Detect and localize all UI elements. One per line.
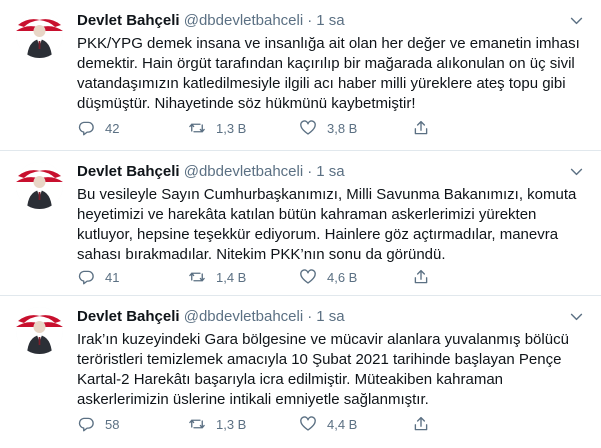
tweet-text: PKK/YPG demek insana ve insanlığa ait ol…: [77, 34, 582, 114]
retweet-button[interactable]: 1,3 B: [188, 414, 246, 434]
like-count: 3,8 B: [327, 120, 358, 136]
heart-icon: [300, 269, 316, 284]
separator-dot: ·: [307, 12, 313, 29]
tweet-text-line: Irak’ın kuzeyindeki Gara bölgesine ve mü…: [77, 331, 569, 348]
more-menu-button[interactable]: [565, 9, 587, 31]
like-count: 4,6 B: [327, 269, 358, 285]
author-handle[interactable]: @dbdevletbahceli: [184, 163, 303, 180]
tweet-text-line: askerlerimizin üslerine intikali emniyet…: [77, 391, 429, 408]
heart-icon: [300, 416, 316, 431]
tweet-actions: 42 1,3 B 3,8 B: [77, 118, 517, 138]
share-icon: [414, 416, 428, 431]
tweet-text: Bu vesileyle Sayın Cumhurbaşkanımızı, Mi…: [77, 185, 582, 265]
tweet-text-line: teröristleri temizlemek amacıyla 10 Şuba…: [77, 351, 562, 368]
like-button[interactable]: 4,6 B: [299, 267, 357, 287]
retweet-count: 1,4 B: [216, 269, 247, 285]
retweet-count: 1,3 B: [216, 416, 247, 432]
tweet-actions: 58 1,3 B 4,4 B: [77, 414, 517, 434]
share-button[interactable]: [412, 118, 440, 138]
tweet-actions: 41 1,4 B 4,6 B: [77, 267, 517, 287]
tweet-text-line: düşmüştür. Nihayetinde söz hükmünü kaybe…: [77, 95, 416, 112]
chevron-down-icon: [570, 17, 582, 24]
tweet-text: Irak’ın kuzeyindeki Gara bölgesine ve mü…: [77, 330, 582, 410]
author-name[interactable]: Devlet Bahçeli: [77, 163, 180, 180]
reply-count: 58: [105, 416, 120, 432]
reply-icon: [78, 121, 94, 136]
reply-button[interactable]: 41: [77, 267, 119, 287]
tweet-time[interactable]: 1 sa: [316, 308, 344, 325]
share-button[interactable]: [412, 414, 440, 434]
tweet-text-line: vatandaşımızın katledilmesiyle ilgili ac…: [77, 75, 566, 92]
reply-button[interactable]: 58: [77, 414, 119, 434]
tweet-text-line: sahası bırakmadılar. Nitekim PKK’nın son…: [77, 246, 446, 263]
retweet-count: 1,3 B: [216, 120, 247, 136]
tweet-time[interactable]: 1 sa: [316, 163, 344, 180]
share-icon: [414, 269, 428, 284]
reply-icon: [78, 417, 94, 432]
reply-count: 42: [105, 120, 120, 136]
like-button[interactable]: 4,4 B: [299, 414, 357, 434]
tweet-time[interactable]: 1 sa: [316, 12, 344, 29]
tweet-header: Devlet Bahçeli @dbdevletbahceli · 1 sa: [77, 307, 561, 327]
reply-count: 41: [105, 269, 120, 285]
retweet-icon: [189, 123, 205, 133]
retweet-icon: [189, 419, 205, 429]
tweet[interactable]: Devlet Bahçeli @dbdevletbahceli · 1 sa Ira…: [0, 296, 601, 448]
reply-button[interactable]: 42: [77, 118, 119, 138]
tweet-text-line: kutluyor, hepsine teşekkür ediyorum. Hai…: [77, 226, 559, 243]
separator-dot: ·: [307, 163, 313, 180]
avatar[interactable]: [16, 307, 63, 354]
share-icon: [414, 120, 428, 135]
retweet-icon: [189, 272, 205, 282]
author-name[interactable]: Devlet Bahçeli: [77, 308, 180, 325]
tweet-feed: Devlet Bahçeli @dbdevletbahceli · 1 sa PKK…: [0, 0, 601, 448]
tweet-text-line: Bu vesileyle Sayın Cumhurbaşkanımızı, Mi…: [77, 186, 577, 203]
reply-icon: [78, 270, 94, 285]
tweet-text-line: demektir. Hain örgüt tarafından kaçırılı…: [77, 55, 575, 72]
like-button[interactable]: 3,8 B: [299, 118, 357, 138]
author-name[interactable]: Devlet Bahçeli: [77, 12, 180, 29]
separator-dot: ·: [307, 308, 313, 325]
tweet[interactable]: Devlet Bahçeli @dbdevletbahceli · 1 sa PKK…: [0, 0, 601, 151]
author-handle[interactable]: @dbdevletbahceli: [184, 308, 303, 325]
author-handle[interactable]: @dbdevletbahceli: [184, 12, 303, 29]
avatar[interactable]: [16, 162, 63, 209]
like-count: 4,4 B: [327, 416, 358, 432]
retweet-button[interactable]: 1,3 B: [188, 118, 246, 138]
tweet-text-line: heyetimizi ve harekâta katılan bütün kah…: [77, 206, 537, 223]
chevron-down-icon: [570, 168, 582, 175]
avatar[interactable]: [16, 11, 63, 58]
chevron-down-icon: [570, 313, 582, 320]
tweet[interactable]: Devlet Bahçeli @dbdevletbahceli · 1 sa Bu …: [0, 151, 601, 296]
heart-icon: [300, 120, 316, 135]
more-menu-button[interactable]: [565, 305, 587, 327]
tweet-header: Devlet Bahçeli @dbdevletbahceli · 1 sa: [77, 11, 561, 31]
retweet-button[interactable]: 1,4 B: [188, 267, 246, 287]
more-menu-button[interactable]: [565, 160, 587, 182]
tweet-text-line: Kartal-2 Harekâtı başarıyla icra edilmiş…: [77, 371, 504, 388]
tweet-header: Devlet Bahçeli @dbdevletbahceli · 1 sa: [77, 162, 561, 182]
tweet-text-line: PKK/YPG demek insana ve insanlığa ait ol…: [77, 35, 580, 52]
share-button[interactable]: [412, 267, 440, 287]
